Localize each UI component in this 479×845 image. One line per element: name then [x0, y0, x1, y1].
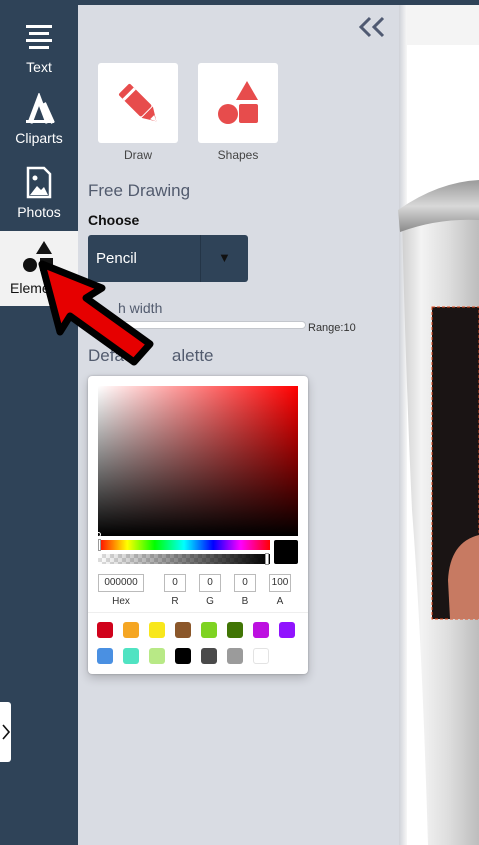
- saturation-pointer[interactable]: [96, 532, 101, 537]
- nav-item-text[interactable]: Text: [0, 13, 78, 85]
- photo-icon: [26, 166, 52, 199]
- picker-divider: [88, 612, 308, 613]
- canvas-toolbar: [407, 5, 479, 45]
- hex-label: Hex: [112, 596, 130, 607]
- nav-label-text: Text: [26, 59, 52, 75]
- alpha-slider[interactable]: [98, 554, 270, 564]
- color-swatch[interactable]: [97, 648, 113, 664]
- alpha-handle[interactable]: [265, 553, 269, 565]
- select-divider: [200, 235, 201, 282]
- color-swatch[interactable]: [175, 648, 191, 664]
- draw-tool-button[interactable]: [98, 63, 178, 143]
- color-swatch[interactable]: [253, 648, 269, 664]
- color-preview: [274, 540, 298, 564]
- a-input[interactable]: 100: [269, 574, 291, 592]
- range-value: Range:10: [308, 322, 356, 334]
- color-swatch[interactable]: [201, 622, 217, 638]
- color-swatch[interactable]: [149, 648, 165, 664]
- pencil-icon: [119, 84, 157, 122]
- shapes-tool-button[interactable]: [198, 63, 278, 143]
- double-chevron-left-icon: [358, 16, 385, 38]
- hue-slider[interactable]: [98, 540, 270, 550]
- g-label: G: [206, 596, 214, 607]
- color-swatch[interactable]: [123, 648, 139, 664]
- a-label: A: [276, 596, 284, 607]
- r-input[interactable]: 0: [164, 574, 186, 592]
- dropdown-arrow-icon: ▼: [218, 250, 231, 265]
- nav-label-cliparts: Cliparts: [15, 130, 63, 146]
- color-swatch[interactable]: [227, 622, 243, 638]
- red-arrow-pointer-icon: [38, 260, 154, 366]
- color-swatch[interactable]: [253, 622, 269, 638]
- nav-item-photos[interactable]: Photos: [0, 161, 78, 233]
- shapes-icon: [218, 81, 258, 124]
- color-swatch[interactable]: [97, 622, 113, 638]
- hex-input[interactable]: 000000: [98, 574, 144, 592]
- nav-item-cliparts[interactable]: Cliparts: [0, 87, 78, 159]
- chevron-right-icon: [2, 724, 11, 740]
- tumbler-product-image: [398, 180, 479, 845]
- color-swatch[interactable]: [123, 622, 139, 638]
- nav-label-photos: Photos: [17, 204, 61, 220]
- color-swatch[interactable]: [149, 622, 165, 638]
- color-picker: 000000 0 0 0 100 Hex R G B A: [88, 376, 308, 674]
- text-lines-icon: [26, 25, 52, 49]
- choose-label: Choose: [88, 212, 140, 228]
- draw-tool-label: Draw: [123, 148, 152, 162]
- hue-handle[interactable]: [98, 539, 101, 551]
- expand-tab[interactable]: [0, 702, 11, 762]
- saturation-area[interactable]: [98, 386, 298, 536]
- r-label: R: [171, 596, 179, 607]
- collapse-panel-button[interactable]: [356, 14, 390, 40]
- free-drawing-title: Free Drawing: [88, 181, 191, 200]
- b-label: B: [241, 596, 249, 607]
- left-nav: Text Cliparts Photos Eleme: [0, 5, 78, 845]
- cliparts-icon: [26, 93, 55, 124]
- color-swatch[interactable]: [201, 648, 217, 664]
- shapes-tool-label: Shapes: [217, 148, 259, 162]
- b-input[interactable]: 0: [234, 574, 256, 592]
- color-swatch[interactable]: [175, 622, 191, 638]
- default-palette-title-tail: alette: [171, 346, 214, 365]
- g-input[interactable]: 0: [199, 574, 221, 592]
- color-swatch[interactable]: [227, 648, 243, 664]
- color-swatch[interactable]: [279, 622, 295, 638]
